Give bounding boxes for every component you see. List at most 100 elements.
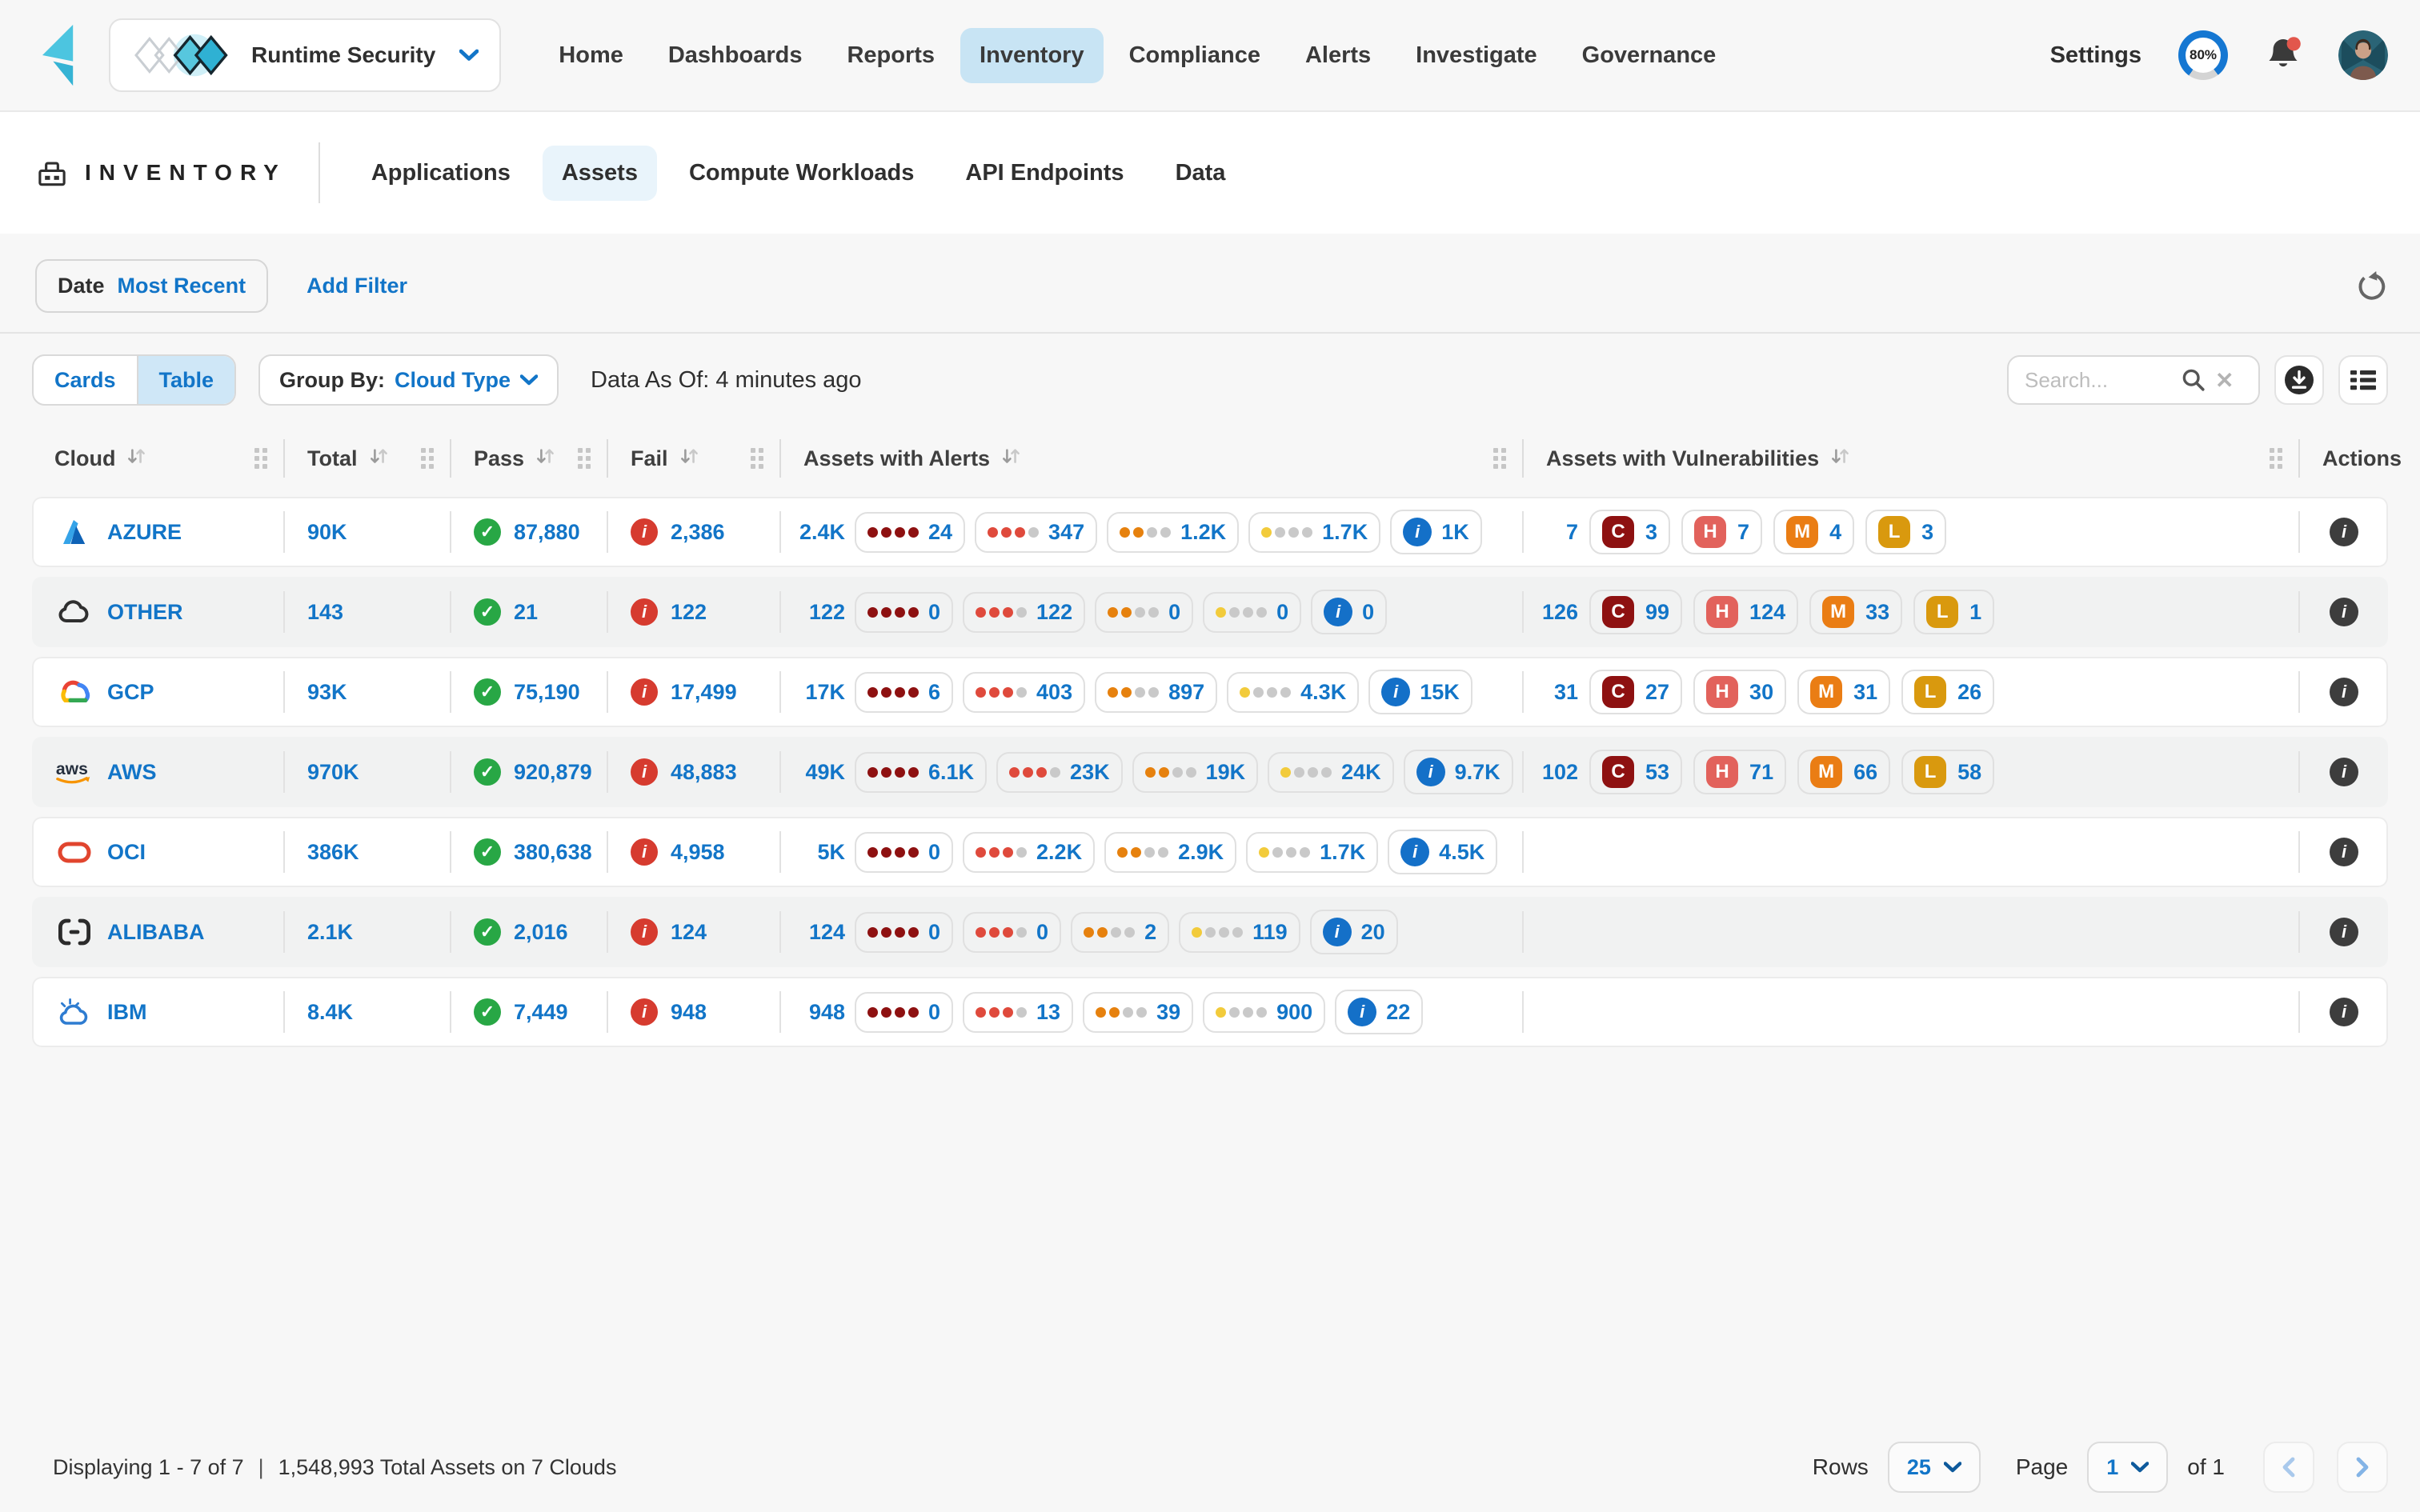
pass-count-link[interactable]: 2,016	[514, 920, 568, 945]
vuln-count-high[interactable]: 71	[1749, 760, 1773, 785]
alert-chip-critical[interactable]: 0	[855, 992, 953, 1033]
nav-item-dashboards[interactable]: Dashboards	[649, 28, 822, 83]
alert-chip-info[interactable]: i4.5K	[1388, 830, 1497, 874]
alert-chip-medium[interactable]: 2.9K	[1104, 832, 1236, 873]
alert-chip-medium[interactable]: 39	[1083, 992, 1193, 1033]
alerts-total-link[interactable]: 122	[791, 600, 845, 625]
column-header-actions[interactable]: Actions	[2300, 430, 2388, 487]
vuln-chip-critical[interactable]: C99	[1589, 590, 1682, 634]
view-toggle-cards[interactable]: Cards	[34, 356, 137, 404]
column-header-fail[interactable]: Fail	[608, 430, 781, 487]
alert-count-low[interactable]: 1.7K	[1320, 840, 1365, 865]
column-header-total[interactable]: Total	[285, 430, 451, 487]
vuln-count-critical[interactable]: 99	[1645, 600, 1669, 625]
alert-chip-high[interactable]: 0	[963, 912, 1061, 953]
cloud-name-link[interactable]: GCP	[107, 680, 154, 705]
alert-count-critical[interactable]: 6	[928, 680, 940, 705]
alert-count-low[interactable]: 4.3K	[1300, 680, 1346, 705]
alert-count-critical[interactable]: 24	[928, 520, 952, 545]
alert-chip-critical[interactable]: 0	[855, 592, 953, 633]
alert-count-critical[interactable]: 0	[928, 1000, 940, 1025]
drag-handle-icon[interactable]	[578, 448, 591, 469]
alert-count-low[interactable]: 24K	[1341, 760, 1381, 785]
nav-item-governance[interactable]: Governance	[1563, 28, 1736, 83]
fail-count-link[interactable]: 17,499	[671, 680, 737, 705]
total-count-link[interactable]: 93K	[307, 680, 347, 705]
alert-chip-high[interactable]: 122	[963, 592, 1085, 633]
usage-progress-ring[interactable]: 80%	[2178, 30, 2228, 80]
alert-count-medium[interactable]: 0	[1168, 600, 1180, 625]
nav-item-inventory[interactable]: Inventory	[960, 28, 1104, 83]
vuln-count-high[interactable]: 7	[1737, 520, 1749, 545]
vulns-total-link[interactable]: 7	[1533, 520, 1578, 545]
alert-chip-critical[interactable]: 6	[855, 672, 953, 713]
alerts-total-link[interactable]: 948	[791, 1000, 845, 1025]
alert-count-high[interactable]: 403	[1036, 680, 1072, 705]
alert-chip-info[interactable]: i1K	[1390, 510, 1482, 554]
alert-count-critical[interactable]: 0	[928, 920, 940, 945]
alerts-total-link[interactable]: 17K	[791, 680, 845, 705]
tab-api-endpoints[interactable]: API Endpoints	[946, 146, 1143, 201]
sort-icon[interactable]	[1001, 446, 1020, 471]
alert-count-high[interactable]: 23K	[1070, 760, 1110, 785]
product-switcher[interactable]: Runtime Security	[109, 18, 501, 92]
drag-handle-icon[interactable]	[751, 448, 763, 469]
alert-count-low[interactable]: 900	[1276, 1000, 1312, 1025]
cloud-name-link[interactable]: ALIBABA	[107, 920, 205, 945]
fail-count-link[interactable]: 48,883	[671, 760, 737, 785]
vuln-chip-low[interactable]: L3	[1865, 510, 1946, 554]
vuln-chip-low[interactable]: L26	[1901, 670, 1994, 714]
alert-count-critical[interactable]: 0	[928, 840, 940, 865]
vuln-count-medium[interactable]: 4	[1829, 520, 1841, 545]
alert-count-high[interactable]: 2.2K	[1036, 840, 1082, 865]
alert-chip-low[interactable]: 1.7K	[1246, 832, 1378, 873]
alert-count-low[interactable]: 0	[1276, 600, 1288, 625]
vuln-chip-high[interactable]: H30	[1693, 670, 1786, 714]
alert-count-medium[interactable]: 897	[1168, 680, 1204, 705]
tab-assets[interactable]: Assets	[543, 146, 657, 201]
alert-chip-high[interactable]: 347	[975, 512, 1097, 553]
alert-count-medium[interactable]: 19K	[1206, 760, 1246, 785]
pass-count-link[interactable]: 87,880	[514, 520, 580, 545]
vuln-count-critical[interactable]: 3	[1645, 520, 1657, 545]
drag-handle-icon[interactable]	[254, 448, 267, 469]
cloud-name-link[interactable]: AZURE	[107, 520, 182, 545]
vuln-count-low[interactable]: 58	[1957, 760, 1981, 785]
alert-count-info[interactable]: 20	[1361, 920, 1385, 945]
alert-count-info[interactable]: 4.5K	[1439, 840, 1484, 865]
alert-chip-high[interactable]: 13	[963, 992, 1073, 1033]
vuln-count-medium[interactable]: 66	[1853, 760, 1877, 785]
alerts-total-link[interactable]: 2.4K	[791, 520, 845, 545]
alert-chip-critical[interactable]: 6.1K	[855, 752, 987, 793]
drag-handle-icon[interactable]	[1493, 448, 1506, 469]
alert-count-medium[interactable]: 2.9K	[1178, 840, 1224, 865]
vuln-chip-high[interactable]: H71	[1693, 750, 1786, 794]
next-page-button[interactable]	[2337, 1442, 2388, 1493]
pass-count-link[interactable]: 380,638	[514, 840, 592, 865]
row-info-button[interactable]: i	[2330, 518, 2358, 546]
nav-item-alerts[interactable]: Alerts	[1286, 28, 1390, 83]
vuln-chip-critical[interactable]: C53	[1589, 750, 1682, 794]
alert-chip-info[interactable]: i22	[1335, 990, 1423, 1034]
previous-page-button[interactable]	[2263, 1442, 2314, 1493]
vuln-chip-medium[interactable]: M4	[1773, 510, 1854, 554]
add-filter-button[interactable]: Add Filter	[307, 274, 407, 298]
total-count-link[interactable]: 90K	[307, 520, 347, 545]
sort-icon[interactable]	[126, 446, 146, 471]
sort-icon[interactable]	[535, 446, 555, 471]
cloud-name-link[interactable]: AWS	[107, 760, 157, 785]
sort-icon[interactable]	[679, 446, 699, 471]
alert-count-critical[interactable]: 0	[928, 600, 940, 625]
alert-chip-info[interactable]: i20	[1310, 910, 1398, 954]
sort-icon[interactable]	[369, 446, 388, 471]
vuln-chip-low[interactable]: L58	[1901, 750, 1994, 794]
total-count-link[interactable]: 8.4K	[307, 1000, 353, 1025]
nav-item-home[interactable]: Home	[539, 28, 643, 83]
fail-count-link[interactable]: 948	[671, 1000, 707, 1025]
vuln-count-medium[interactable]: 31	[1853, 680, 1877, 705]
vuln-count-low[interactable]: 26	[1957, 680, 1981, 705]
search-input[interactable]	[2025, 368, 2172, 393]
vuln-count-medium[interactable]: 33	[1865, 600, 1889, 625]
fail-count-link[interactable]: 122	[671, 600, 707, 625]
alerts-total-link[interactable]: 5K	[791, 840, 845, 865]
